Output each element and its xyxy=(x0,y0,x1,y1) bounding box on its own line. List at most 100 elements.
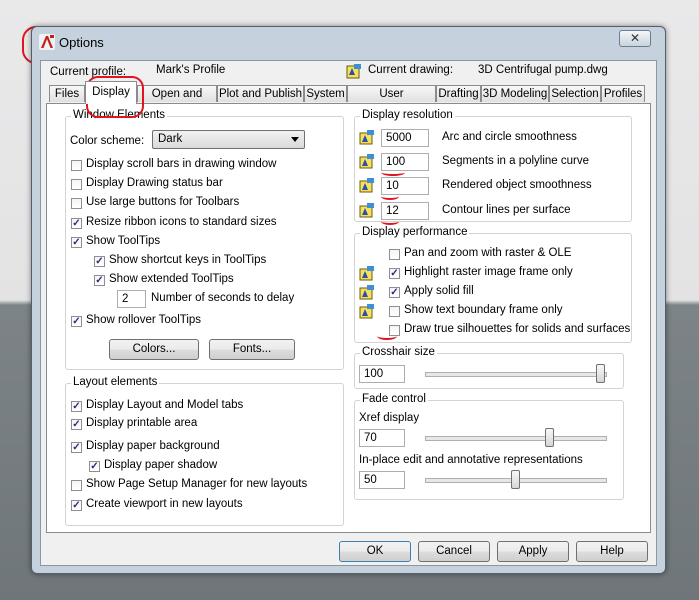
layout-elements-group: Layout elements ✓ Display Layout and Mod… xyxy=(65,376,344,526)
checkbox-rollover-tooltips[interactable]: ✓ xyxy=(71,316,82,327)
drawing-file-icon xyxy=(346,64,361,79)
dialog-client: Current profile: Mark's Profile Current … xyxy=(40,60,657,566)
tab-system[interactable]: System xyxy=(304,85,347,102)
display-resolution-title: Display resolution xyxy=(360,109,455,121)
annotation-underline xyxy=(377,332,397,340)
drawing-file-icon xyxy=(359,285,374,300)
apply-solid-fill-label: Apply solid fill xyxy=(404,285,474,297)
extended-tooltips-label: Show extended ToolTips xyxy=(109,273,234,285)
checkbox-extended-tooltips[interactable]: ✓ xyxy=(94,275,105,286)
drawing-file-icon xyxy=(359,266,374,281)
check-icon: ✓ xyxy=(72,419,81,430)
help-button[interactable]: Help xyxy=(576,541,648,562)
display-tab-panel: Window Elements Color scheme: Dark Displ… xyxy=(46,103,651,533)
layout-elements-title: Layout elements xyxy=(71,376,160,388)
xref-slider-thumb[interactable] xyxy=(544,428,554,447)
page-setup-manager-label: Show Page Setup Manager for new layouts xyxy=(86,478,308,490)
tab-3d-modeling[interactable]: 3D Modeling xyxy=(481,85,549,102)
checkbox-apply-solid-fill[interactable]: ✓ xyxy=(389,287,400,298)
checkbox-paper-background[interactable]: ✓ xyxy=(71,442,82,453)
check-icon: ✓ xyxy=(95,275,104,286)
checkbox-layout-model-tabs[interactable]: ✓ xyxy=(71,401,82,412)
checkbox-create-viewport[interactable]: ✓ xyxy=(71,500,82,511)
tab-drafting[interactable]: Drafting xyxy=(436,85,481,102)
apply-button[interactable]: Apply xyxy=(497,541,569,562)
annotation-underline xyxy=(381,218,399,225)
annotation-underline xyxy=(381,169,405,176)
tooltip-delay-input[interactable]: 2 xyxy=(117,290,146,308)
check-icon: ✓ xyxy=(95,256,104,267)
window-elements-group: Window Elements Color scheme: Dark Displ… xyxy=(65,109,344,370)
large-buttons-label: Use large buttons for Toolbars xyxy=(86,196,240,208)
crosshair-size-input[interactable]: 100 xyxy=(359,365,405,383)
polyline-segments-label: Segments in a polyline curve xyxy=(442,155,590,167)
scroll-bars-label: Display scroll bars in drawing window xyxy=(86,158,277,170)
tab-display[interactable]: Display xyxy=(85,81,137,104)
check-icon: ✓ xyxy=(390,268,399,279)
current-drawing-label: Current drawing: xyxy=(368,64,454,76)
close-icon: ✕ xyxy=(629,31,641,45)
inplace-edit-input[interactable]: 50 xyxy=(359,471,405,489)
xref-display-label: Xref display xyxy=(359,412,420,424)
color-scheme-label: Color scheme: xyxy=(70,135,145,147)
checkbox-pan-zoom-raster[interactable] xyxy=(389,249,400,260)
current-profile-value: Mark's Profile xyxy=(156,64,226,76)
layout-model-tabs-label: Display Layout and Model tabs xyxy=(86,399,244,411)
drawing-file-icon xyxy=(359,178,374,193)
check-icon: ✓ xyxy=(72,442,81,453)
color-scheme-select[interactable]: Dark xyxy=(152,130,305,149)
tab-user-preferences[interactable]: User Preferences xyxy=(347,85,436,117)
ok-button[interactable]: OK xyxy=(339,541,411,562)
checkbox-paper-shadow[interactable]: ✓ xyxy=(89,461,100,472)
checkbox-large-buttons[interactable] xyxy=(71,198,82,209)
checkbox-printable-area[interactable]: ✓ xyxy=(71,419,82,430)
checkbox-text-boundary[interactable] xyxy=(389,306,400,317)
shortcut-keys-label: Show shortcut keys in ToolTips xyxy=(109,254,267,266)
arc-smoothness-label: Arc and circle smoothness xyxy=(442,131,577,143)
checkbox-show-tooltips[interactable]: ✓ xyxy=(71,237,82,248)
crosshair-slider-track[interactable] xyxy=(425,372,607,377)
xref-display-input[interactable]: 70 xyxy=(359,429,405,447)
checkbox-page-setup-manager[interactable] xyxy=(71,480,82,491)
printable-area-label: Display printable area xyxy=(86,417,198,429)
colors-button[interactable]: Colors... xyxy=(109,339,199,360)
resize-ribbon-label: Resize ribbon icons to standard sizes xyxy=(86,216,277,228)
display-performance-group: Display performance Pan and zoom with ra… xyxy=(354,226,632,343)
close-button[interactable]: ✕ xyxy=(619,30,651,47)
tab-files[interactable]: Files xyxy=(49,85,85,102)
crosshair-slider-thumb[interactable] xyxy=(596,364,605,383)
check-icon: ✓ xyxy=(72,401,81,412)
pan-zoom-raster-label: Pan and zoom with raster & OLE xyxy=(404,247,572,259)
check-icon: ✓ xyxy=(390,287,399,298)
paper-background-label: Display paper background xyxy=(86,440,220,452)
create-viewport-label: Create viewport in new layouts xyxy=(86,498,243,510)
xref-slider-track[interactable] xyxy=(425,436,607,441)
checkbox-status-bar[interactable] xyxy=(71,179,82,190)
chevron-down-icon xyxy=(291,137,299,142)
rollover-tooltips-label: Show rollover ToolTips xyxy=(86,314,202,326)
highlight-raster-label: Highlight raster image frame only xyxy=(404,266,573,278)
check-icon: ✓ xyxy=(90,461,99,472)
current-drawing-value: 3D Centrifugal pump.dwg xyxy=(478,64,608,76)
inplace-slider-thumb[interactable] xyxy=(510,470,520,489)
status-bar-label: Display Drawing status bar xyxy=(86,177,223,189)
true-silhouettes-label: Draw true silhouettes for solids and sur… xyxy=(404,323,631,335)
paper-shadow-label: Display paper shadow xyxy=(104,459,218,471)
window-title: Options xyxy=(59,35,104,50)
drawing-file-icon xyxy=(359,203,374,218)
cancel-button[interactable]: Cancel xyxy=(418,541,490,562)
tab-profiles[interactable]: Profiles xyxy=(601,85,645,102)
fonts-button[interactable]: Fonts... xyxy=(209,339,295,360)
checkbox-highlight-raster[interactable]: ✓ xyxy=(389,268,400,279)
tooltip-delay-label: Number of seconds to delay xyxy=(151,292,295,304)
arc-smoothness-input[interactable]: 5000 xyxy=(381,129,429,147)
crosshair-size-title: Crosshair size xyxy=(360,346,437,358)
checkbox-resize-ribbon[interactable]: ✓ xyxy=(71,218,82,229)
tab-plot-and-publish[interactable]: Plot and Publish xyxy=(217,85,304,102)
tab-selection[interactable]: Selection xyxy=(549,85,601,102)
checkbox-shortcut-keys[interactable]: ✓ xyxy=(94,256,105,267)
drawing-file-icon xyxy=(359,130,374,145)
check-icon: ✓ xyxy=(72,218,81,229)
checkbox-scroll-bars[interactable] xyxy=(71,160,82,171)
tab-open-and-save[interactable]: Open and Save xyxy=(137,85,217,117)
